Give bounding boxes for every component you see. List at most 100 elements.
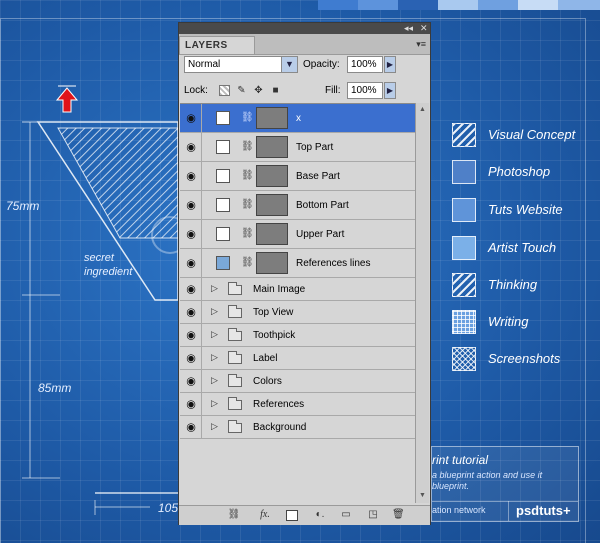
expand-triangle-icon[interactable]: ▷	[211, 306, 218, 317]
eye-icon[interactable]: ◉	[180, 301, 202, 323]
layer-mask-checkbox[interactable]	[216, 111, 230, 125]
collapse-icon[interactable]: ◂◂	[404, 23, 413, 34]
chevron-down-icon[interactable]: ▼	[281, 57, 297, 72]
opacity-slider-arrow[interactable]: ▶	[384, 56, 396, 73]
layer-name[interactable]: Bottom Part	[296, 200, 349, 211]
eye-icon[interactable]: ◉	[180, 370, 202, 392]
layer-thumbnail[interactable]	[256, 107, 288, 129]
lock-image-icon[interactable]: ✎	[236, 85, 247, 96]
group-name[interactable]: Top View	[253, 307, 293, 318]
layer-mask-checkbox[interactable]	[216, 140, 230, 154]
layers-scrollbar[interactable]: ▲ ▼	[415, 103, 429, 503]
measure-label: 105	[158, 501, 179, 515]
layer-row[interactable]: ◉ ⛓ Base Part	[180, 162, 415, 191]
brand-logo: psdtuts+	[516, 503, 571, 518]
folder-icon[interactable]: ▭	[339, 509, 353, 521]
folder-icon	[228, 328, 242, 341]
opacity-input[interactable]: 100%	[347, 56, 383, 73]
group-row[interactable]: ◉ ▷ Toothpick	[180, 324, 415, 347]
chain-link-icon[interactable]: ⛓	[241, 228, 254, 239]
expand-triangle-icon[interactable]: ▷	[211, 398, 218, 409]
layer-thumbnail[interactable]	[256, 252, 288, 274]
group-name[interactable]: Toothpick	[253, 330, 295, 341]
adjustment-icon[interactable]: ◐.	[312, 509, 328, 521]
close-icon[interactable]: ✕	[420, 23, 428, 34]
eye-icon[interactable]: ◉	[180, 278, 202, 300]
eye-icon[interactable]: ◉	[180, 162, 202, 190]
eye-icon[interactable]: ◉	[180, 191, 202, 219]
fill-input[interactable]: 100%	[347, 82, 383, 99]
mask-icon[interactable]	[286, 510, 298, 521]
lock-position-icon[interactable]: ✥	[253, 85, 264, 96]
layer-name[interactable]: Top Part	[296, 142, 333, 153]
group-row[interactable]: ◉ ▷ Label	[180, 347, 415, 370]
layer-mask-checkbox[interactable]	[216, 227, 230, 241]
eye-icon[interactable]: ◉	[180, 104, 202, 132]
lock-all-icon[interactable]: ■	[270, 85, 281, 96]
eye-icon[interactable]: ◉	[180, 133, 202, 161]
chain-link-icon[interactable]: ⛓	[241, 170, 254, 181]
chain-link-icon[interactable]: ⛓	[241, 112, 254, 123]
group-name[interactable]: Colors	[253, 376, 282, 387]
panel-menu-icon[interactable]: ▾≡	[416, 39, 426, 50]
group-row[interactable]: ◉ ▷ Top View	[180, 301, 415, 324]
eye-icon[interactable]: ◉	[180, 324, 202, 346]
eye-icon[interactable]: ◉	[180, 416, 202, 438]
footer-title: rint tutorial	[432, 453, 489, 467]
layer-mask-checkbox[interactable]	[216, 198, 230, 212]
eye-icon[interactable]: ◉	[180, 249, 202, 277]
new-layer-icon[interactable]: ◳	[367, 509, 379, 521]
measure-label: 75mm	[6, 199, 40, 213]
layer-thumbnail[interactable]	[256, 165, 288, 187]
eye-icon[interactable]: ◉	[180, 347, 202, 369]
layer-mask-checkbox[interactable]	[216, 169, 230, 183]
panel-titlebar[interactable]: ◂◂ ✕	[179, 23, 430, 34]
layer-row[interactable]: ◉ ⛓ References lines	[180, 249, 415, 278]
eye-icon[interactable]: ◉	[180, 393, 202, 415]
solid-swatch-icon	[452, 160, 476, 184]
expand-triangle-icon[interactable]: ▷	[211, 352, 218, 363]
tab-layers[interactable]: LAYERS	[179, 36, 255, 54]
layer-color-checkbox[interactable]	[216, 256, 230, 270]
lock-transparency-icon[interactable]	[219, 85, 230, 96]
layer-thumbnail[interactable]	[256, 194, 288, 216]
layer-row[interactable]: ◉ ⛓ Upper Part	[180, 220, 415, 249]
layer-thumbnail[interactable]	[256, 136, 288, 158]
footer-network: ation network	[432, 505, 486, 515]
scroll-up-icon[interactable]: ▲	[417, 104, 428, 115]
group-name[interactable]: Label	[253, 353, 277, 364]
group-name[interactable]: Background	[253, 422, 306, 433]
grid-swatch-icon	[452, 310, 476, 334]
group-row[interactable]: ◉ ▷ Colors	[180, 370, 415, 393]
divider	[508, 501, 509, 521]
expand-triangle-icon[interactable]: ▷	[211, 329, 218, 340]
link-icon[interactable]: ⛓	[226, 509, 242, 521]
annotation-text: ingredient	[84, 266, 133, 278]
chain-link-icon[interactable]: ⛓	[241, 141, 254, 152]
group-row[interactable]: ◉ ▷ References	[180, 393, 415, 416]
blend-mode-select[interactable]: Normal ▼	[184, 56, 298, 73]
layer-row[interactable]: ◉ ⛓ Top Part	[180, 133, 415, 162]
expand-triangle-icon[interactable]: ▷	[211, 375, 218, 386]
layer-thumbnail[interactable]	[256, 223, 288, 245]
layer-row[interactable]: ◉ ⛓ Bottom Part	[180, 191, 415, 220]
layer-name[interactable]: Base Part	[296, 171, 340, 182]
expand-triangle-icon[interactable]: ▷	[211, 421, 218, 432]
group-row[interactable]: ◉ ▷ Background	[180, 416, 415, 439]
group-row[interactable]: ◉ ▷ Main Image	[180, 278, 415, 301]
layer-row[interactable]: ◉ ⛓ x	[180, 104, 415, 133]
chain-link-icon[interactable]: ⛓	[241, 257, 254, 268]
expand-triangle-icon[interactable]: ▷	[211, 283, 218, 294]
trash-icon[interactable]: 🗑	[392, 509, 405, 521]
layer-name[interactable]: References lines	[296, 258, 370, 269]
eye-icon[interactable]: ◉	[180, 220, 202, 248]
chain-link-icon[interactable]: ⛓	[241, 199, 254, 210]
layer-name[interactable]: x	[296, 113, 301, 124]
scroll-down-icon[interactable]: ▼	[417, 490, 428, 501]
layer-name[interactable]: Upper Part	[296, 229, 344, 240]
group-name[interactable]: References	[253, 399, 304, 410]
group-name[interactable]: Main Image	[253, 284, 305, 295]
divider	[432, 501, 578, 502]
fx-icon[interactable]: fx.	[256, 509, 274, 521]
fill-slider-arrow[interactable]: ▶	[384, 82, 396, 99]
